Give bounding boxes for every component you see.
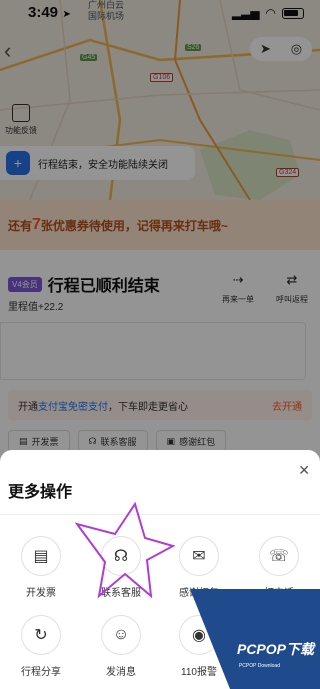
- phone-icon: ☏: [259, 536, 299, 576]
- watermark-sub: PCPOP Download: [238, 663, 280, 669]
- share-icon: ↻: [21, 615, 61, 655]
- invoice-icon: ▤: [21, 536, 61, 576]
- watermark-brand: PCPOP下载: [236, 641, 314, 657]
- message-icon: ☺: [101, 615, 141, 655]
- close-icon[interactable]: ✕: [298, 462, 310, 479]
- screen: 广州白云 国际机场 G45 G106 S26 G324 3:49 ➤ ▂▃▅ ◠…: [0, 0, 320, 689]
- red-packet-icon: ✉: [179, 536, 219, 576]
- op-message[interactable]: ☺ 发消息: [86, 615, 156, 678]
- op-invoice[interactable]: ▤ 开发票: [6, 536, 76, 599]
- highlight-star-annotation: [75, 501, 175, 599]
- sheet-title: 更多操作: [8, 484, 73, 501]
- op-share-trip[interactable]: ↻ 行程分享: [6, 615, 76, 678]
